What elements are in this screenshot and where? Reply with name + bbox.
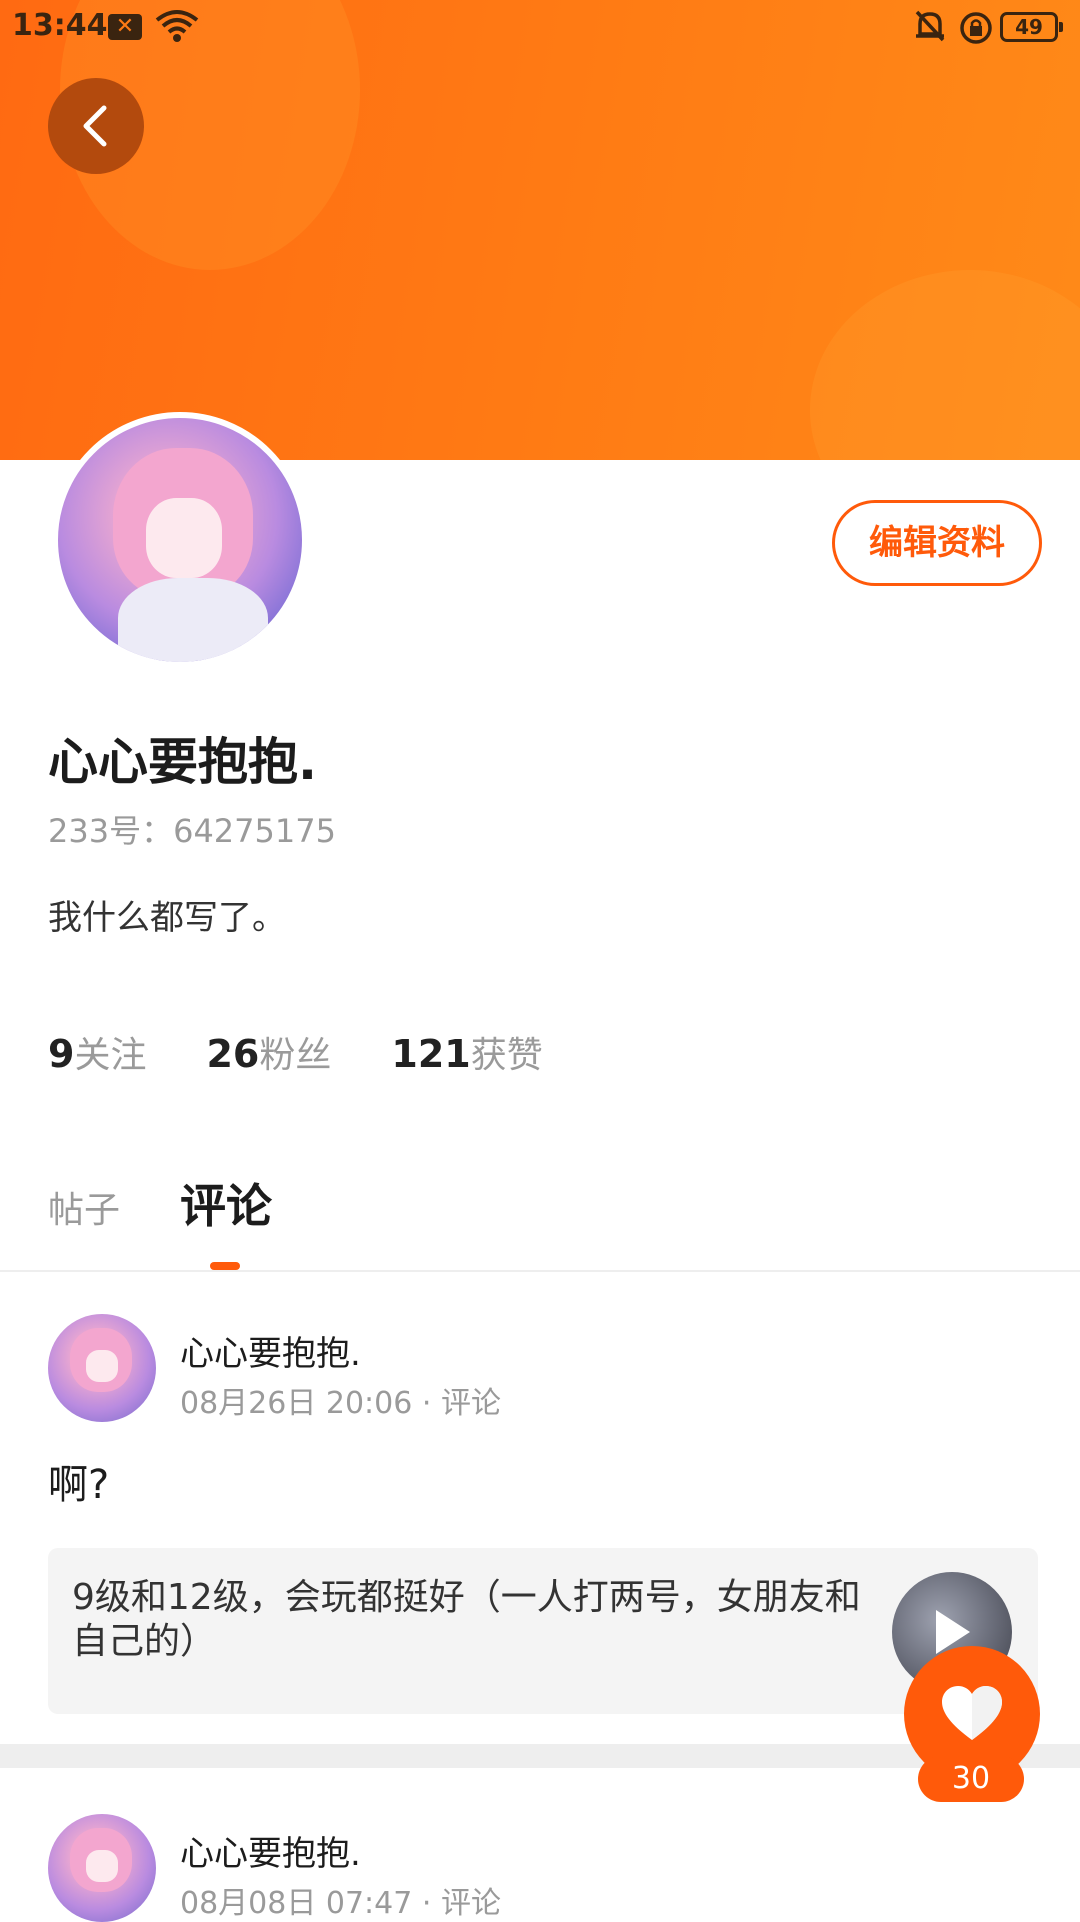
comment-meta: 08月26日 20:06 · 评论: [180, 1378, 501, 1422]
like-count-badge: 30: [918, 1756, 1024, 1802]
profile-uid: 233号：64275175: [48, 812, 336, 850]
comment-author[interactable]: 心心要抱抱.: [180, 1826, 361, 1875]
battery-indicator: 49: [1000, 12, 1063, 42]
tab-posts[interactable]: 帖子: [48, 1181, 120, 1233]
stat-label: 粉丝: [259, 1035, 332, 1076]
profile-nickname: 心心要抱抱.: [48, 733, 317, 791]
meta-separator: ·: [421, 1886, 441, 1921]
status-time: 13:44: [12, 8, 108, 43]
stat-following[interactable]: 9 关注: [48, 1026, 146, 1078]
chevron-left-icon: [83, 105, 107, 147]
profile-tabs: 帖子 评论: [48, 1170, 272, 1236]
tab-comments[interactable]: 评论: [180, 1170, 272, 1236]
divider: [0, 1270, 1080, 1272]
comment-date: 08月08日 07:47: [180, 1886, 413, 1921]
avatar[interactable]: [48, 1314, 156, 1422]
quoted-post[interactable]: 9级和12级，会玩都挺好（一人打两号，女朋友和自己的）: [48, 1548, 1038, 1714]
profile-bio: 我什么都写了。: [48, 898, 286, 938]
status-bar: 13:44 ✕ 49: [0, 0, 1080, 56]
stat-label: 获赞: [470, 1035, 543, 1076]
comment-meta: 08月08日 07:47 · 评论: [180, 1878, 501, 1922]
edit-profile-button[interactable]: 编辑资料: [832, 500, 1042, 586]
profile-stats: 9 关注 26 粉丝 121 获赞: [48, 1026, 543, 1078]
profile-banner: [0, 0, 1080, 460]
comment-author[interactable]: 心心要抱抱.: [180, 1326, 361, 1375]
profile-avatar[interactable]: [52, 412, 308, 668]
stat-label: 关注: [74, 1035, 147, 1076]
stat-followers[interactable]: 26 粉丝: [206, 1026, 331, 1078]
heart-icon: [942, 1686, 1002, 1740]
wifi-icon: [154, 8, 200, 48]
quoted-post-text: 9级和12级，会玩都挺好（一人打两号，女朋友和自己的）: [72, 1577, 861, 1662]
x-box-icon: ✕: [108, 14, 142, 40]
back-button[interactable]: [48, 78, 144, 174]
stat-count: 121: [391, 1032, 471, 1076]
meta-separator: ·: [421, 1386, 441, 1421]
comment-date: 08月26日 20:06: [180, 1386, 413, 1421]
stat-count: 9: [48, 1032, 75, 1076]
rotation-lock-icon: [958, 10, 994, 50]
comment-type: 评论: [440, 1886, 501, 1921]
comment-type: 评论: [440, 1386, 501, 1421]
stat-count: 26: [206, 1032, 260, 1076]
comment-text[interactable]: 啊?: [48, 1452, 109, 1510]
banner-decoration: [810, 270, 1080, 460]
avatar[interactable]: [48, 1814, 156, 1922]
bell-muted-icon: [912, 8, 948, 48]
tab-active-indicator: [210, 1262, 240, 1270]
stat-likes[interactable]: 121 获赞: [391, 1026, 542, 1078]
